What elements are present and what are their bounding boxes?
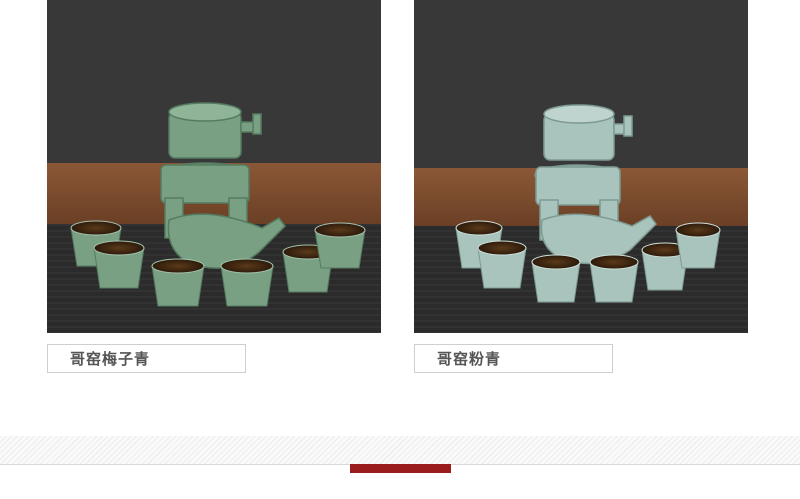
product-photo[interactable] (414, 0, 748, 333)
product-caption[interactable]: 哥窑梅子青 (47, 344, 246, 373)
tea-set-image (414, 0, 748, 333)
product-card-powder-blue[interactable]: 哥窑粉青 (414, 0, 748, 373)
product-caption[interactable]: 哥窑粉青 (414, 344, 613, 373)
product-card-meizi-green[interactable]: 哥窑梅子青 (47, 0, 381, 373)
section-divider-accent (350, 464, 451, 473)
tea-set-image (47, 0, 381, 333)
product-photo[interactable] (47, 0, 381, 333)
section-divider-band (0, 436, 800, 465)
